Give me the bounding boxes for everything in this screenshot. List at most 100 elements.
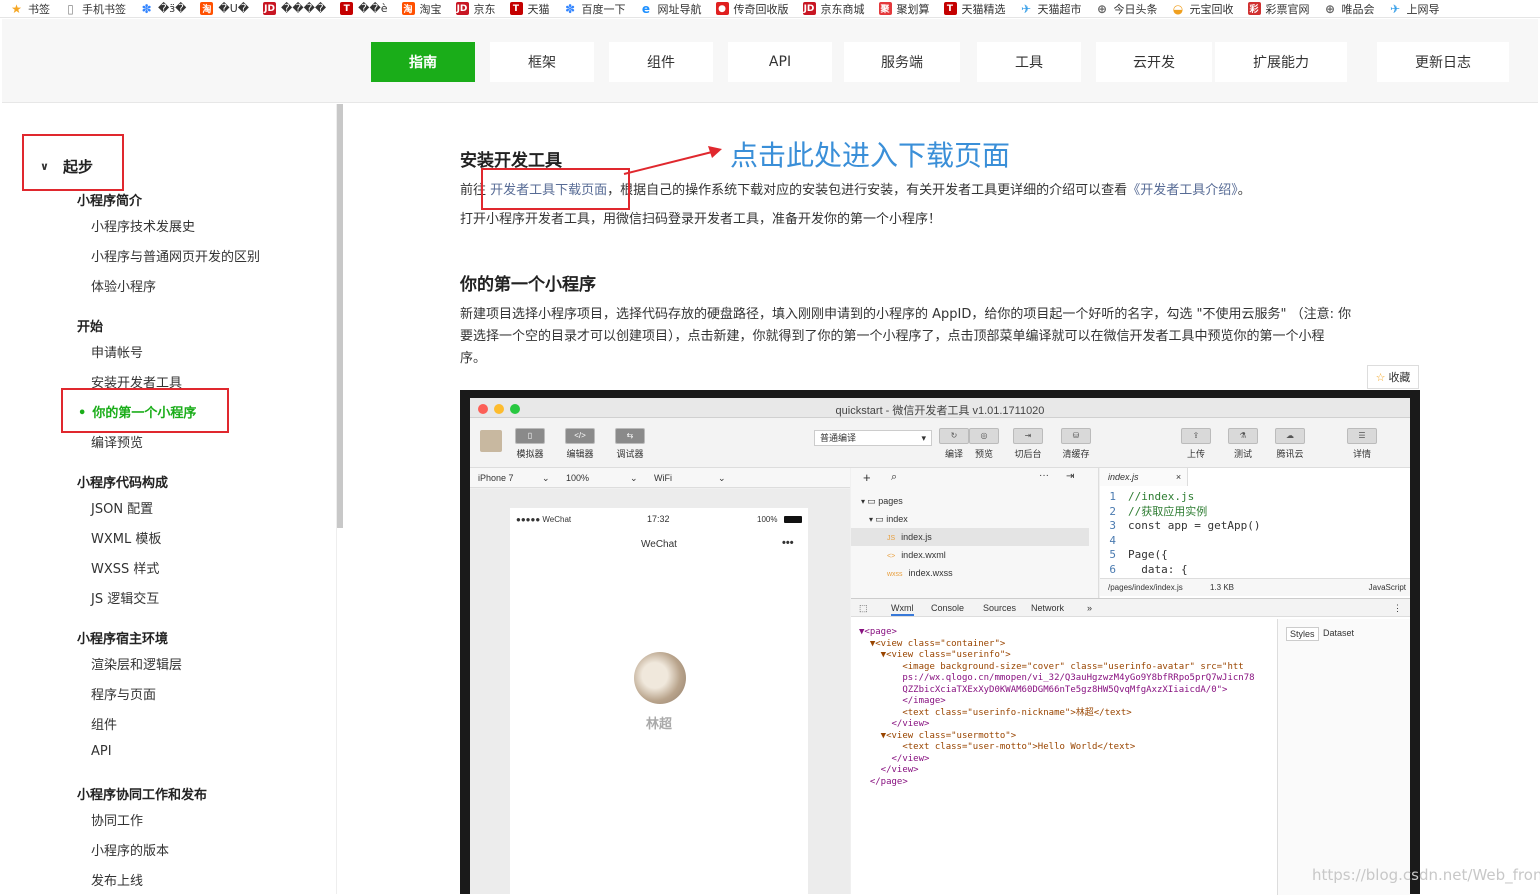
bookmark-item[interactable]: JD 京东商城 [802, 1, 865, 17]
compile-mode-select[interactable]: 普通编译 ▾ [814, 430, 932, 446]
devtools-tab[interactable]: » [1087, 599, 1092, 617]
ide-tool-left[interactable]: ▯ 模拟器 [510, 428, 550, 460]
sidebar-item[interactable]: 小程序与普通网页开发的区别 [91, 246, 260, 265]
favorite-button[interactable]: ☆ 收藏 [1367, 365, 1419, 389]
network-select[interactable]: WiFi [654, 468, 672, 488]
phone-icon: ▯ [515, 428, 545, 444]
bookmark-label: 上网导 [1406, 2, 1440, 16]
device-select[interactable]: iPhone 7 [478, 468, 514, 488]
ide-tool-left[interactable]: </> 编辑器 [560, 428, 600, 460]
bookmark-item[interactable]: ✈ 天猫超市 [1020, 1, 1082, 17]
bookmark-item[interactable]: ✽ 百度一下 [564, 1, 626, 17]
inspect-element-icon[interactable]: ⬚ [859, 599, 868, 617]
sidebar-item[interactable]: JS 逻辑交互 [91, 588, 159, 607]
bookmark-item[interactable]: 淘 �U� [200, 2, 249, 15]
bookmark-item[interactable]: T 天猫 [509, 1, 550, 17]
dev-tools-intro-link[interactable]: 《开发者工具介绍》 [1127, 183, 1238, 198]
styles-tab[interactable]: Dataset [1320, 627, 1357, 639]
kebab-menu-icon[interactable]: ⋮ [1393, 599, 1402, 617]
nav-tab-3[interactable]: API [728, 42, 832, 82]
ide-tool-right[interactable]: ☁ 腾讯云 [1272, 428, 1308, 460]
ide-tool-right[interactable]: ☰ 详情 [1344, 428, 1380, 460]
sidebar-item[interactable]: 小程序的版本 [91, 840, 169, 859]
bookmark-item[interactable]: T 天猫精选 [943, 1, 1006, 17]
add-icon[interactable]: + [863, 470, 871, 485]
bookmark-item[interactable]: ★ 书签 [10, 1, 50, 17]
file-tree-item[interactable]: JS index.js [851, 528, 1089, 546]
bookmark-item[interactable]: T ��è [340, 2, 388, 15]
search-icon[interactable]: ⌕ [891, 471, 897, 484]
bookmark-item[interactable]: e 网址导航 [640, 1, 702, 17]
editor-tab[interactable]: index.js × [1100, 468, 1188, 486]
sidebar-group-title[interactable]: 小程序协同工作和发布 [77, 784, 207, 803]
editor-tab-label: index.js [1108, 472, 1139, 482]
wxml-line: QZZbicXciaTXExXyD0KWAM60DGM66nTe5gz8HW5Q… [859, 684, 1228, 695]
phone-battery: 100% [757, 515, 778, 524]
bookmark-item[interactable]: ▯ 手机书签 [64, 1, 126, 17]
close-icon[interactable]: × [1176, 468, 1181, 486]
bookmark-item[interactable]: ⊕ 今日头条 [1096, 1, 1158, 17]
nav-tab-1[interactable]: 框架 [490, 42, 594, 82]
bookmark-item[interactable]: JD 京东 [455, 1, 496, 17]
ide-tool-right[interactable]: ⇪ 上传 [1178, 428, 1214, 460]
paragraph-first-app: 新建项目选择小程序项目，选择代码存放的硬盘路径，填入刚刚申请到的小程序的 App… [460, 304, 1420, 370]
zoom-select[interactable]: 100% [566, 468, 589, 488]
more-icon[interactable]: ··· [1039, 470, 1049, 481]
file-tree-item[interactable]: ▾ ▭ index [851, 510, 1089, 528]
sidebar-item[interactable]: 渲染层和逻辑层 [91, 654, 182, 673]
sidebar-item[interactable]: API [91, 744, 112, 759]
sidebar-item[interactable]: 小程序技术发展史 [91, 216, 195, 235]
sidebar-item[interactable]: 体验小程序 [91, 276, 156, 295]
bookmark-item[interactable]: ● 传奇回收版 [715, 1, 789, 17]
sidebar-item[interactable]: WXSS 样式 [91, 558, 159, 577]
sidebar-item[interactable]: JSON 配置 [91, 498, 153, 517]
sidebar-item[interactable]: 协同工作 [91, 810, 143, 829]
bookmark-item[interactable]: ⊕ 唯品会 [1324, 1, 1375, 17]
annotation-text: 点击此处进入下载页面 [730, 139, 1011, 172]
file-tree-item[interactable]: wxss index.wxss [851, 564, 1089, 582]
bookmark-item[interactable]: JD ���� [263, 2, 326, 15]
bookmark-item[interactable]: ◒ 元宝回收 [1172, 1, 1234, 17]
devtools-tab[interactable]: Sources [983, 599, 1016, 617]
sidebar-item[interactable]: 程序与页面 [91, 684, 156, 703]
file-tree-item[interactable]: <> index.wxml [851, 546, 1089, 564]
bookmark-item[interactable]: ✽ �ӟ� [140, 2, 186, 16]
devtools-tab[interactable]: Wxml [891, 599, 914, 616]
nav-tab-4[interactable]: 服务端 [844, 42, 960, 82]
ide-tool-mid[interactable]: ⛁ 清缓存 [1058, 428, 1094, 460]
bookmark-item[interactable]: 聚聚划算 [878, 1, 930, 17]
ide-tool-left[interactable]: ⇆ 调试器 [610, 428, 650, 460]
sidebar-item[interactable]: 编译预览 [91, 432, 143, 451]
styles-tab[interactable]: Styles [1286, 627, 1319, 641]
ide-tool-mid[interactable]: ⇥ 切后台 [1010, 428, 1046, 460]
ide-tool-mid[interactable]: ◎ 预览 [966, 428, 1002, 460]
nav-tab-0[interactable]: 指南 [371, 42, 475, 82]
nav-tab-7[interactable]: 扩展能力 [1215, 42, 1347, 82]
ide-tool-label: 调试器 [616, 449, 644, 459]
collapse-panel-icon[interactable]: ⇥ [1066, 471, 1074, 482]
sidebar-group-title[interactable]: 小程序宿主环境 [77, 628, 168, 647]
eye-icon: ◎ [969, 428, 999, 444]
bookmark-item[interactable]: 淘淘宝 [401, 1, 442, 17]
devtools-tab[interactable]: Console [931, 599, 964, 617]
sidebar-scrollbar[interactable] [337, 104, 343, 528]
bookmark-item[interactable]: ✈ 上网导 [1389, 1, 1440, 17]
sidebar-group-title[interactable]: 小程序简介 [77, 190, 142, 209]
phone-time: 17:32 [647, 514, 670, 524]
nav-tab-8[interactable]: 更新日志 [1377, 42, 1509, 82]
bookmark-item[interactable]: 彩彩票官网 [1247, 1, 1310, 17]
nav-tab-2[interactable]: 组件 [609, 42, 713, 82]
sidebar-item[interactable]: 申请帐号 [91, 342, 143, 361]
sidebar-group-title[interactable]: 开始 [77, 316, 103, 335]
sidebar-item[interactable]: 发布上线 [91, 870, 143, 889]
star-icon: ★ [11, 1, 22, 16]
sidebar-group-title[interactable]: 小程序代码构成 [77, 472, 168, 491]
devtools-tab[interactable]: Network [1031, 599, 1064, 617]
nav-tab-6[interactable]: 云开发 [1096, 42, 1212, 82]
file-tree-item[interactable]: ▾ ▭ pages [851, 492, 1089, 510]
sidebar-item[interactable]: WXML 模板 [91, 528, 161, 547]
more-dots-icon[interactable]: ••• [782, 537, 794, 549]
nav-tab-5[interactable]: 工具 [977, 42, 1081, 82]
sidebar-item[interactable]: 组件 [91, 714, 117, 733]
ide-tool-right[interactable]: ⚗ 测试 [1225, 428, 1261, 460]
